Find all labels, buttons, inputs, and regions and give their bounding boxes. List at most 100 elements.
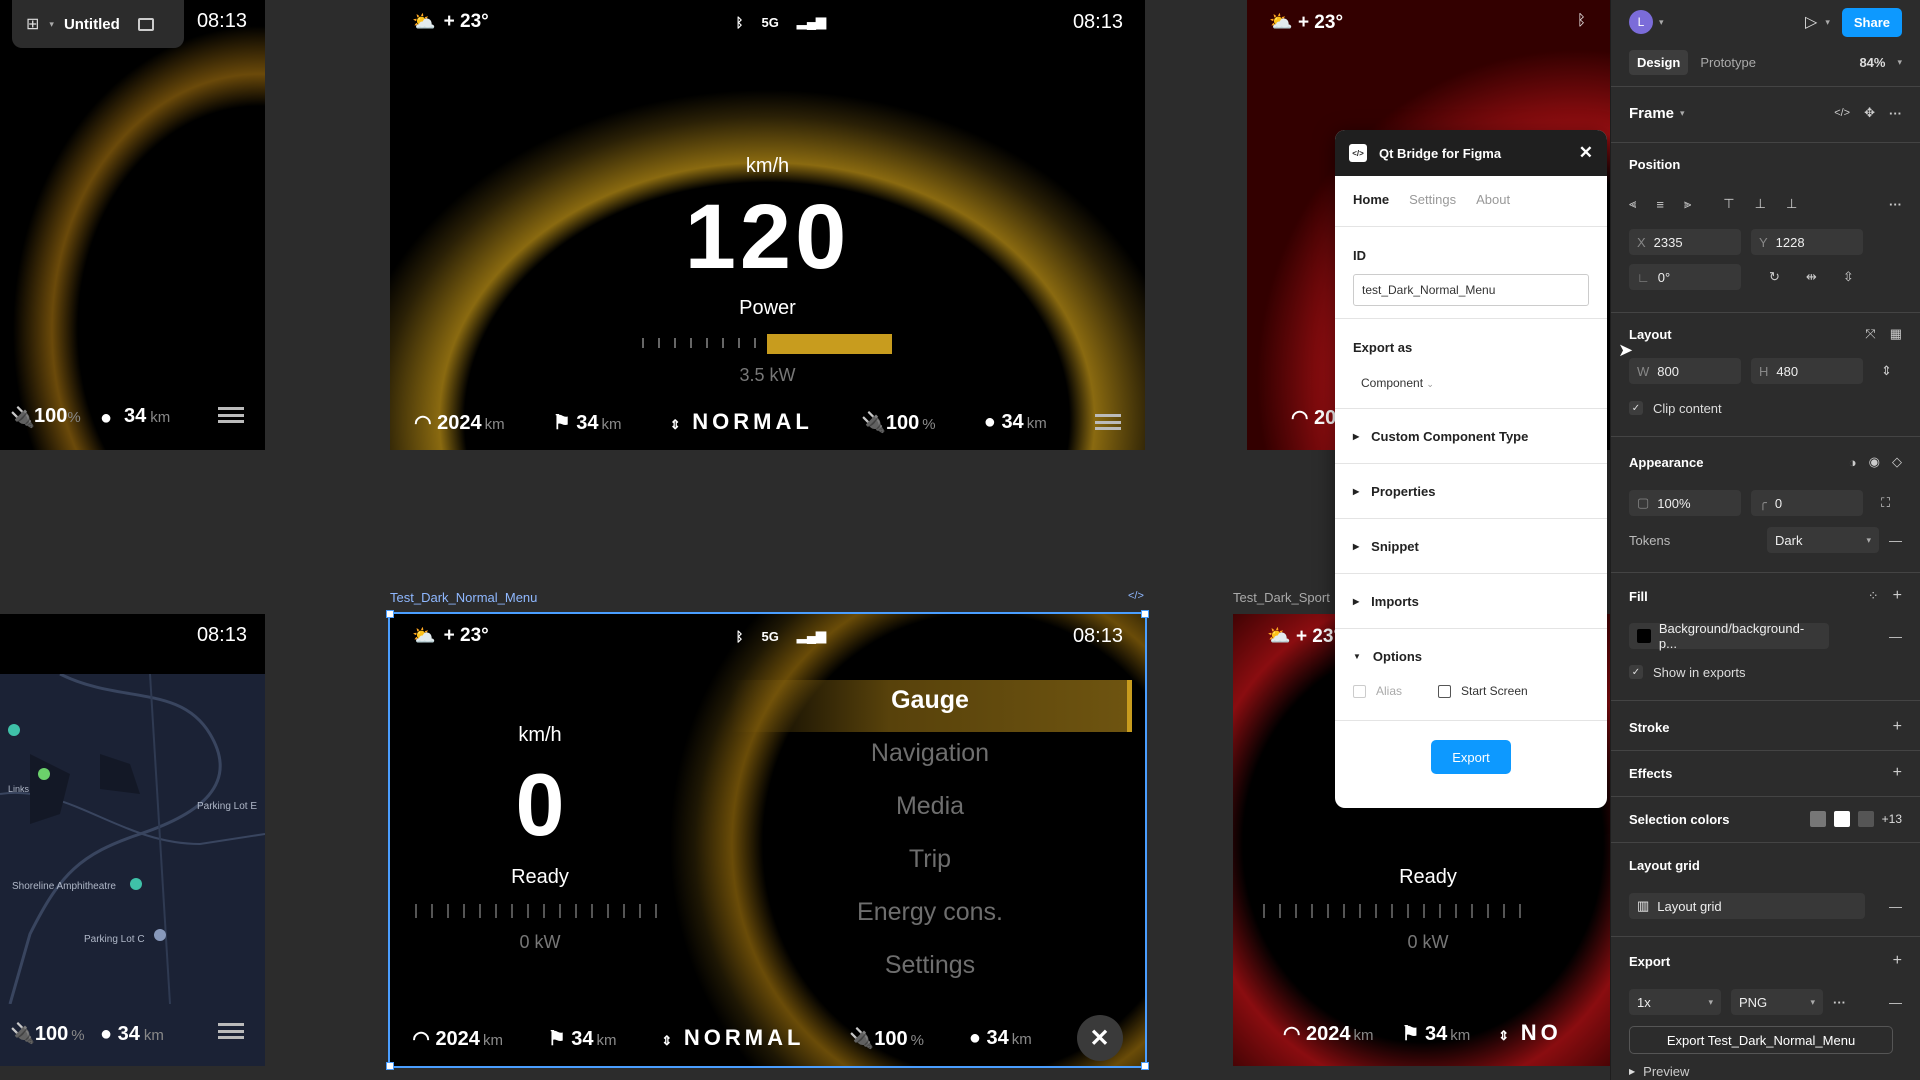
component-icon[interactable]: ✥ xyxy=(1864,105,1875,121)
align-right-icon[interactable]: ⫸ xyxy=(1684,196,1691,212)
opacity-field[interactable]: ▢ 100% xyxy=(1629,490,1741,516)
styles-icon[interactable]: ⁘ xyxy=(1868,588,1879,604)
frame-top-center[interactable]: ⛅ + 23° ᛒ 5G ▂▄▆ 08:13 km/h 120 Power 3.5 k… xyxy=(390,0,1145,450)
menu-item[interactable]: Settings xyxy=(730,951,1130,980)
mode-menu[interactable]: Gauge Navigation Media Trip Energy cons. Sett… xyxy=(730,614,1130,1066)
section-properties[interactable]: ▶ Properties xyxy=(1335,463,1607,518)
blend-mode-icon[interactable]: ◑ xyxy=(1849,455,1857,470)
chevron-down-icon[interactable]: ▾ xyxy=(1659,17,1664,28)
tab-about[interactable]: About xyxy=(1476,192,1510,207)
remove-icon[interactable]: — xyxy=(1889,899,1902,914)
height-field[interactable]: H 480 xyxy=(1751,358,1863,384)
remove-icon[interactable]: — xyxy=(1889,995,1902,1010)
zoom-level[interactable]: 84% xyxy=(1859,55,1885,70)
eye-icon[interactable]: ◉ xyxy=(1869,454,1880,470)
share-button[interactable]: Share xyxy=(1841,7,1902,37)
selection-handle[interactable] xyxy=(1141,610,1149,618)
selection-handle[interactable] xyxy=(386,1062,394,1070)
independent-corners-icon[interactable]: ⛶ xyxy=(1881,495,1890,511)
clip-content-checkbox[interactable]: ✓ xyxy=(1629,401,1643,415)
frame-top-left[interactable]: 08:13 🔌100% ● 34 km xyxy=(0,0,265,450)
id-field[interactable]: test_Dark_Normal_Menu xyxy=(1353,274,1589,306)
map-pin-icon[interactable] xyxy=(130,878,142,890)
align-bottom-icon[interactable]: ⊥ xyxy=(1786,196,1797,212)
frame-bottom-left[interactable]: 08:13 Links Parking Lot E Shoreline Amph… xyxy=(0,614,265,1066)
menu-icon[interactable] xyxy=(218,407,244,423)
menu-item[interactable]: Media xyxy=(730,792,1130,821)
add-icon[interactable]: + xyxy=(1893,718,1902,736)
y-field[interactable]: Y 1228 xyxy=(1751,229,1863,255)
menu-icon[interactable] xyxy=(1094,414,1121,430)
flip-vertical-icon[interactable]: ⇳ xyxy=(1843,269,1854,285)
menu-item[interactable]: Gauge xyxy=(730,686,1130,715)
start-screen-checkbox[interactable] xyxy=(1438,684,1451,698)
map-pin-icon[interactable] xyxy=(154,929,166,941)
selection-handle[interactable] xyxy=(386,610,394,618)
frame-label[interactable]: Test_Dark_Normal_Menu xyxy=(390,590,537,605)
selection-handle[interactable] xyxy=(1141,1062,1149,1070)
tab-design[interactable]: Design xyxy=(1629,49,1689,75)
sidebar-toggle-icon[interactable] xyxy=(137,17,154,31)
code-icon[interactable]: </> xyxy=(1834,107,1850,119)
add-icon[interactable]: + xyxy=(1893,587,1902,605)
remove-icon[interactable]: — xyxy=(1889,629,1902,644)
frame-bottom-center[interactable]: ⛅ + 23° ᛒ 5G ▂▄▆ 08:13 km/h 0 Ready 0 kW Ga… xyxy=(388,612,1147,1068)
avatar[interactable]: L xyxy=(1629,10,1653,34)
align-top-icon[interactable]: ⊤ xyxy=(1723,196,1734,212)
chevron-down-icon[interactable]: ▾ xyxy=(1825,17,1830,28)
more-icon[interactable]: ··· xyxy=(1833,995,1846,1010)
constrain-proportions-icon[interactable]: ⇕ xyxy=(1881,363,1892,379)
auto-layout-icon[interactable]: ⤧ xyxy=(1865,326,1875,342)
map-pin-icon[interactable] xyxy=(8,724,20,736)
x-field[interactable]: X 2335 xyxy=(1629,229,1741,255)
more-colors[interactable]: +13 xyxy=(1882,812,1902,826)
chevron-down-icon[interactable]: ▾ xyxy=(1897,57,1902,68)
option-alias[interactable]: Alias xyxy=(1353,684,1402,698)
add-icon[interactable]: + xyxy=(1893,952,1902,970)
play-icon[interactable]: ▷ xyxy=(1805,12,1817,32)
file-name[interactable]: Untitled xyxy=(64,16,120,33)
corner-radius-field[interactable]: ╭ 0 xyxy=(1751,490,1863,516)
layout-grid-item[interactable]: ▥ Layout grid xyxy=(1629,893,1865,919)
more-icon[interactable]: ··· xyxy=(1889,106,1902,121)
frame-label[interactable]: Test_Dark_Sport xyxy=(1233,590,1330,605)
color-swatch[interactable] xyxy=(1809,811,1826,827)
preview-label[interactable]: Preview xyxy=(1643,1064,1689,1079)
section-custom-component-type[interactable]: ▶ Custom Component Type xyxy=(1335,408,1607,463)
frame-title[interactable]: Frame xyxy=(1629,105,1674,122)
export-format-select[interactable]: PNG ▾ xyxy=(1731,989,1823,1015)
chevron-down-icon[interactable]: ▾ xyxy=(1680,108,1685,119)
export-button[interactable]: Export xyxy=(1431,740,1511,774)
section-options[interactable]: ▼ Options xyxy=(1335,628,1607,683)
menu-icon[interactable] xyxy=(218,1023,244,1039)
section-snippet[interactable]: ▶ Snippet xyxy=(1335,518,1607,573)
tab-settings[interactable]: Settings xyxy=(1409,192,1456,207)
map-view[interactable]: Links Parking Lot E Shoreline Amphitheat… xyxy=(0,672,265,1005)
tab-prototype[interactable]: Prototype xyxy=(1700,55,1756,70)
flip-horizontal-icon[interactable]: ⇹ xyxy=(1806,269,1817,285)
color-swatch[interactable] xyxy=(1857,811,1874,827)
tab-home[interactable]: Home xyxy=(1353,192,1389,207)
chevron-down-icon[interactable]: ▾ xyxy=(49,19,54,30)
option-start-screen[interactable]: Start Screen xyxy=(1438,684,1528,698)
alias-checkbox[interactable] xyxy=(1353,684,1366,698)
color-swatch[interactable] xyxy=(1833,811,1850,827)
drop-icon[interactable]: ◇ xyxy=(1892,454,1902,470)
export-as-select[interactable]: Component ⌄ xyxy=(1361,376,1434,390)
export-frame-button[interactable]: Export Test_Dark_Normal_Menu xyxy=(1629,1026,1893,1054)
align-left-icon[interactable]: ⫷ xyxy=(1629,196,1636,212)
close-menu-button[interactable]: ✕ xyxy=(1076,1015,1123,1061)
align-center-v-icon[interactable]: ⊥ xyxy=(1755,196,1766,212)
show-exports-checkbox[interactable]: ✓ xyxy=(1629,665,1643,679)
rotate-icon[interactable]: ↻ xyxy=(1769,269,1780,285)
menu-item[interactable]: Navigation xyxy=(730,739,1130,768)
menu-item[interactable]: Trip xyxy=(730,845,1130,874)
map-pin-icon[interactable] xyxy=(38,768,50,780)
align-center-h-icon[interactable]: ≡ xyxy=(1656,197,1664,212)
code-icon[interactable]: </> xyxy=(1128,590,1144,602)
export-scale-select[interactable]: 1x ▾ xyxy=(1629,989,1721,1015)
rotation-field[interactable]: ∟ 0° xyxy=(1629,264,1741,290)
section-imports[interactable]: ▶ Imports xyxy=(1335,573,1607,628)
figma-menu-icon[interactable]: ⊞ xyxy=(26,14,39,34)
remove-icon[interactable]: — xyxy=(1889,533,1902,548)
